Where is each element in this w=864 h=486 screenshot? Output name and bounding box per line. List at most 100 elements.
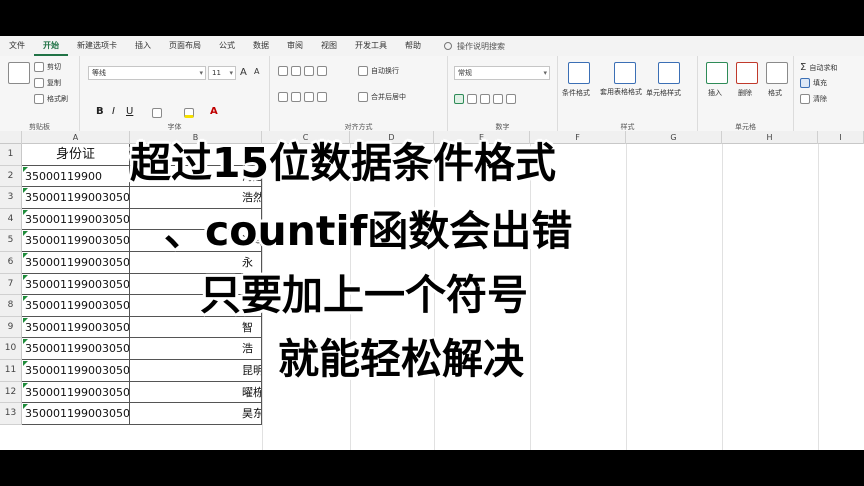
insert-cells-icon[interactable] xyxy=(706,62,728,84)
cell-a[interactable]: 350001199003050007 xyxy=(22,338,130,360)
tab-data[interactable]: 数据 xyxy=(244,36,278,56)
column-header-c[interactable]: C xyxy=(262,131,350,144)
tab-insert[interactable]: 插入 xyxy=(126,36,160,56)
row-header[interactable]: 3 xyxy=(0,187,22,209)
column-header-g[interactable]: G xyxy=(626,131,722,144)
delete-cells-icon[interactable] xyxy=(736,62,758,84)
cell-b[interactable]: 鸿晖 xyxy=(130,230,262,252)
border-button[interactable] xyxy=(152,108,165,118)
cell-a[interactable]: 350001199003050007 xyxy=(22,187,130,209)
cell-a[interactable]: 350001199003050009 xyxy=(22,381,130,404)
italic-button[interactable]: I xyxy=(112,106,115,117)
cell-a[interactable]: 350001199003050010 xyxy=(22,403,130,425)
number-buttons[interactable] xyxy=(454,94,519,104)
paste-icon[interactable] xyxy=(8,62,30,84)
tab-view[interactable]: 视图 xyxy=(312,36,346,56)
cell-styles-icon[interactable] xyxy=(658,62,680,84)
cell-b[interactable]: 姓名 xyxy=(130,144,262,166)
column-header-b[interactable]: B xyxy=(130,131,262,144)
cell-b[interactable] xyxy=(130,208,262,231)
fill-color-button[interactable] xyxy=(184,108,197,118)
cell-a[interactable]: 35000119900 xyxy=(22,165,130,188)
column-header-e[interactable]: E xyxy=(434,131,530,144)
cell-b[interactable]: 智 xyxy=(130,316,262,339)
cut-button[interactable]: 剪切 xyxy=(34,62,61,72)
conditional-format-label: 条件格式 xyxy=(562,89,590,97)
underline-button[interactable]: U xyxy=(126,106,133,117)
orientation-icon xyxy=(317,66,327,76)
row-header[interactable]: 9 xyxy=(0,316,22,339)
row-header[interactable]: 4 xyxy=(0,208,22,231)
align-left-buttons[interactable] xyxy=(278,92,330,102)
column-header-f[interactable]: F xyxy=(530,131,626,144)
tab-formulas[interactable]: 公式 xyxy=(210,36,244,56)
format-cells-icon[interactable] xyxy=(766,62,788,84)
row-header[interactable]: 10 xyxy=(0,338,22,360)
font-color-button[interactable]: A xyxy=(210,106,218,117)
tab-file[interactable]: 文件 xyxy=(0,36,34,56)
bold-button[interactable]: B xyxy=(96,106,104,117)
row-header[interactable]: 1 xyxy=(0,144,22,166)
cell-b[interactable]: 曜栋 xyxy=(130,381,262,404)
cell-a[interactable]: 身份证 xyxy=(22,144,130,166)
video-frame: 文件 开始 新建选项卡 插入 页面布局 公式 数据 审阅 视图 开发工具 帮助 … xyxy=(0,0,864,486)
tab-new[interactable]: 新建选项卡 xyxy=(68,36,126,56)
tab-page-layout[interactable]: 页面布局 xyxy=(160,36,210,56)
column-header-d[interactable]: D xyxy=(350,131,434,144)
format-painter-button[interactable]: 格式刷 xyxy=(34,94,68,104)
column-header-i[interactable]: I xyxy=(818,131,864,144)
cells-group: 插入 删除 格式 单元格 xyxy=(698,56,794,134)
cell-a[interactable]: 350001199003050004 xyxy=(22,252,130,274)
copy-button[interactable]: 复制 xyxy=(34,78,61,88)
cell-b[interactable]: 海超 xyxy=(130,165,262,188)
row-header[interactable]: 11 xyxy=(0,360,22,382)
cell-b[interactable]: 昊东 xyxy=(130,403,262,425)
tell-me-search[interactable]: 操作说明搜索 xyxy=(444,41,505,52)
align-top-buttons[interactable] xyxy=(278,66,330,76)
select-all-corner[interactable] xyxy=(0,131,22,144)
tab-review[interactable]: 审阅 xyxy=(278,36,312,56)
format-table-icon[interactable] xyxy=(614,62,636,84)
error-indicator-icon xyxy=(23,339,28,345)
tab-developer[interactable]: 开发工具 xyxy=(346,36,396,56)
format-cells-label: 格式 xyxy=(768,89,782,97)
cell-b[interactable]: 海 xyxy=(130,273,262,296)
cell-a[interactable]: 350001199003050002 xyxy=(22,273,130,296)
row-header[interactable]: 13 xyxy=(0,403,22,425)
autosum-button[interactable]: Σ 自动求和 xyxy=(800,62,837,73)
row-header[interactable]: 8 xyxy=(0,295,22,317)
gridline xyxy=(262,144,263,450)
column-header-h[interactable]: H xyxy=(722,131,818,144)
font-size-select[interactable]: 11 xyxy=(208,66,236,80)
wrap-text-button[interactable]: 自动换行 xyxy=(358,66,399,76)
merge-center-button[interactable]: 合并后居中 xyxy=(358,92,406,102)
font-group: 等线 11 A A B I U A 字体 xyxy=(80,56,270,134)
tab-help[interactable]: 帮助 xyxy=(396,36,430,56)
cell-a[interactable]: 350001199003050007 xyxy=(22,230,130,252)
cell-a[interactable]: 350001199003050006 xyxy=(22,316,130,339)
clear-button[interactable]: 清除 xyxy=(800,94,827,104)
tab-home[interactable]: 开始 xyxy=(34,36,68,56)
align-bottom-icon xyxy=(304,66,314,76)
shrink-font-button[interactable]: A xyxy=(254,67,259,76)
cell-b[interactable]: 浩然 xyxy=(130,187,262,209)
cell-b[interactable]: 浩 xyxy=(130,338,262,360)
cell-b[interactable]: 永 xyxy=(130,252,262,274)
column-header-a[interactable]: A xyxy=(22,131,130,144)
font-name-select[interactable]: 等线 xyxy=(88,66,206,80)
styles-group: 条件格式 套用表格格式 单元格样式 样式 xyxy=(558,56,698,134)
number-format-select[interactable]: 常规 xyxy=(454,66,550,80)
fill-button[interactable]: 填充 xyxy=(800,78,827,88)
cell-b[interactable] xyxy=(130,295,262,317)
row-header[interactable]: 6 xyxy=(0,252,22,274)
cell-a[interactable]: 350001199003050008 xyxy=(22,360,130,382)
row-header[interactable]: 5 xyxy=(0,230,22,252)
cell-a[interactable]: 350001199003050005 xyxy=(22,295,130,317)
conditional-format-icon[interactable] xyxy=(568,62,590,84)
cell-a[interactable]: 350001199003050002 xyxy=(22,208,130,231)
cell-b[interactable]: 昆明 xyxy=(130,360,262,382)
row-header[interactable]: 12 xyxy=(0,381,22,404)
grow-font-button[interactable]: A xyxy=(240,67,247,78)
row-header[interactable]: 7 xyxy=(0,273,22,296)
row-header[interactable]: 2 xyxy=(0,165,22,188)
